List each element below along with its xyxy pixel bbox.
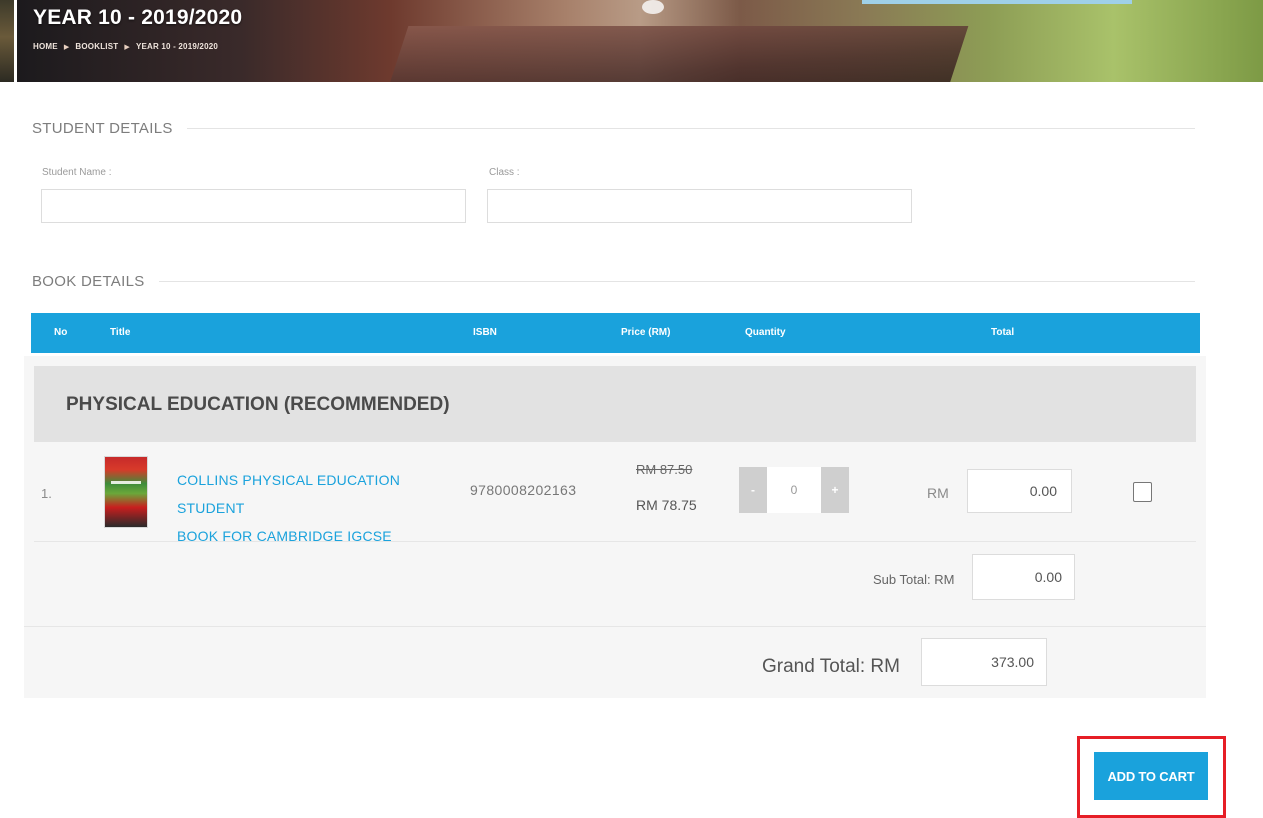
- currency-label: RM: [927, 485, 949, 501]
- page-title: YEAR 10 - 2019/2020: [33, 6, 243, 29]
- category-row: PHYSICAL EDUCATION (RECOMMENDED): [34, 366, 1196, 442]
- banner-edge-image: [0, 0, 14, 82]
- section-divider: [158, 281, 1195, 282]
- breadcrumb-home[interactable]: HOME: [33, 42, 58, 51]
- banner-book-image: [385, 26, 969, 82]
- book-title-line[interactable]: COLLINS PHYSICAL EDUCATION STUDENT: [177, 466, 462, 522]
- row-divider: [24, 626, 1206, 627]
- category-title: PHYSICAL EDUCATION (RECOMMENDED): [66, 394, 450, 415]
- select-book-checkbox[interactable]: [1133, 482, 1152, 502]
- subtotal-field: [972, 554, 1075, 600]
- class-label: Class :: [489, 167, 520, 178]
- book-details-title: BOOK DETAILS: [32, 273, 145, 290]
- column-header-no: No: [54, 327, 68, 338]
- banner-glare: [642, 0, 664, 14]
- grand-total-field: [921, 638, 1047, 686]
- book-details-heading: BOOK DETAILS: [32, 273, 1195, 290]
- increase-quantity-button[interactable]: +: [821, 467, 849, 513]
- breadcrumb-separator-icon: ▶: [124, 43, 130, 51]
- section-divider: [186, 128, 1195, 129]
- item-total-field: [967, 469, 1072, 513]
- book-title-link[interactable]: COLLINS PHYSICAL EDUCATION STUDENT BOOK …: [177, 466, 462, 550]
- breadcrumb-booklist[interactable]: BOOKLIST: [75, 42, 118, 51]
- grand-total-label: Grand Total: RM: [762, 656, 900, 677]
- student-name-label: Student Name :: [42, 167, 112, 178]
- original-price: RM 87.50: [636, 462, 693, 477]
- quantity-input[interactable]: [767, 467, 821, 513]
- student-details-title: STUDENT DETAILS: [32, 120, 173, 137]
- column-header-price: Price (RM): [621, 327, 671, 338]
- row-divider: [34, 541, 1196, 542]
- breadcrumb-current: YEAR 10 - 2019/2020: [135, 42, 219, 51]
- student-name-input[interactable]: [41, 189, 466, 223]
- quantity-stepper: - +: [739, 467, 849, 513]
- decrease-quantity-button[interactable]: -: [739, 467, 767, 513]
- subtotal-label: Sub Total: RM: [873, 572, 955, 587]
- book-table-header: No Title ISBN Price (RM) Quantity Total: [31, 313, 1200, 353]
- isbn: 9780008202163: [470, 482, 577, 498]
- breadcrumb-separator-icon: ▶: [63, 43, 70, 51]
- class-input[interactable]: [487, 189, 912, 223]
- book-title-line[interactable]: BOOK FOR CAMBRIDGE IGCSE: [177, 522, 462, 550]
- column-header-title: Title: [110, 327, 131, 338]
- column-header-quantity: Quantity: [745, 327, 786, 338]
- breadcrumb: HOME ▶ BOOKLIST ▶ YEAR 10 - 2019/2020: [33, 42, 218, 51]
- column-header-isbn: ISBN: [473, 327, 497, 338]
- discounted-price: RM 78.75: [636, 497, 697, 513]
- column-header-total: Total: [991, 327, 1015, 338]
- add-to-cart-button[interactable]: ADD TO CART: [1094, 752, 1208, 800]
- item-number: 1.: [41, 486, 52, 501]
- page-banner: YEAR 10 - 2019/2020 HOME ▶ BOOKLIST ▶ YE…: [17, 0, 1263, 82]
- banner-sky: [862, 0, 1132, 4]
- book-cover-image: [104, 456, 148, 528]
- student-details-heading: STUDENT DETAILS: [32, 120, 1195, 137]
